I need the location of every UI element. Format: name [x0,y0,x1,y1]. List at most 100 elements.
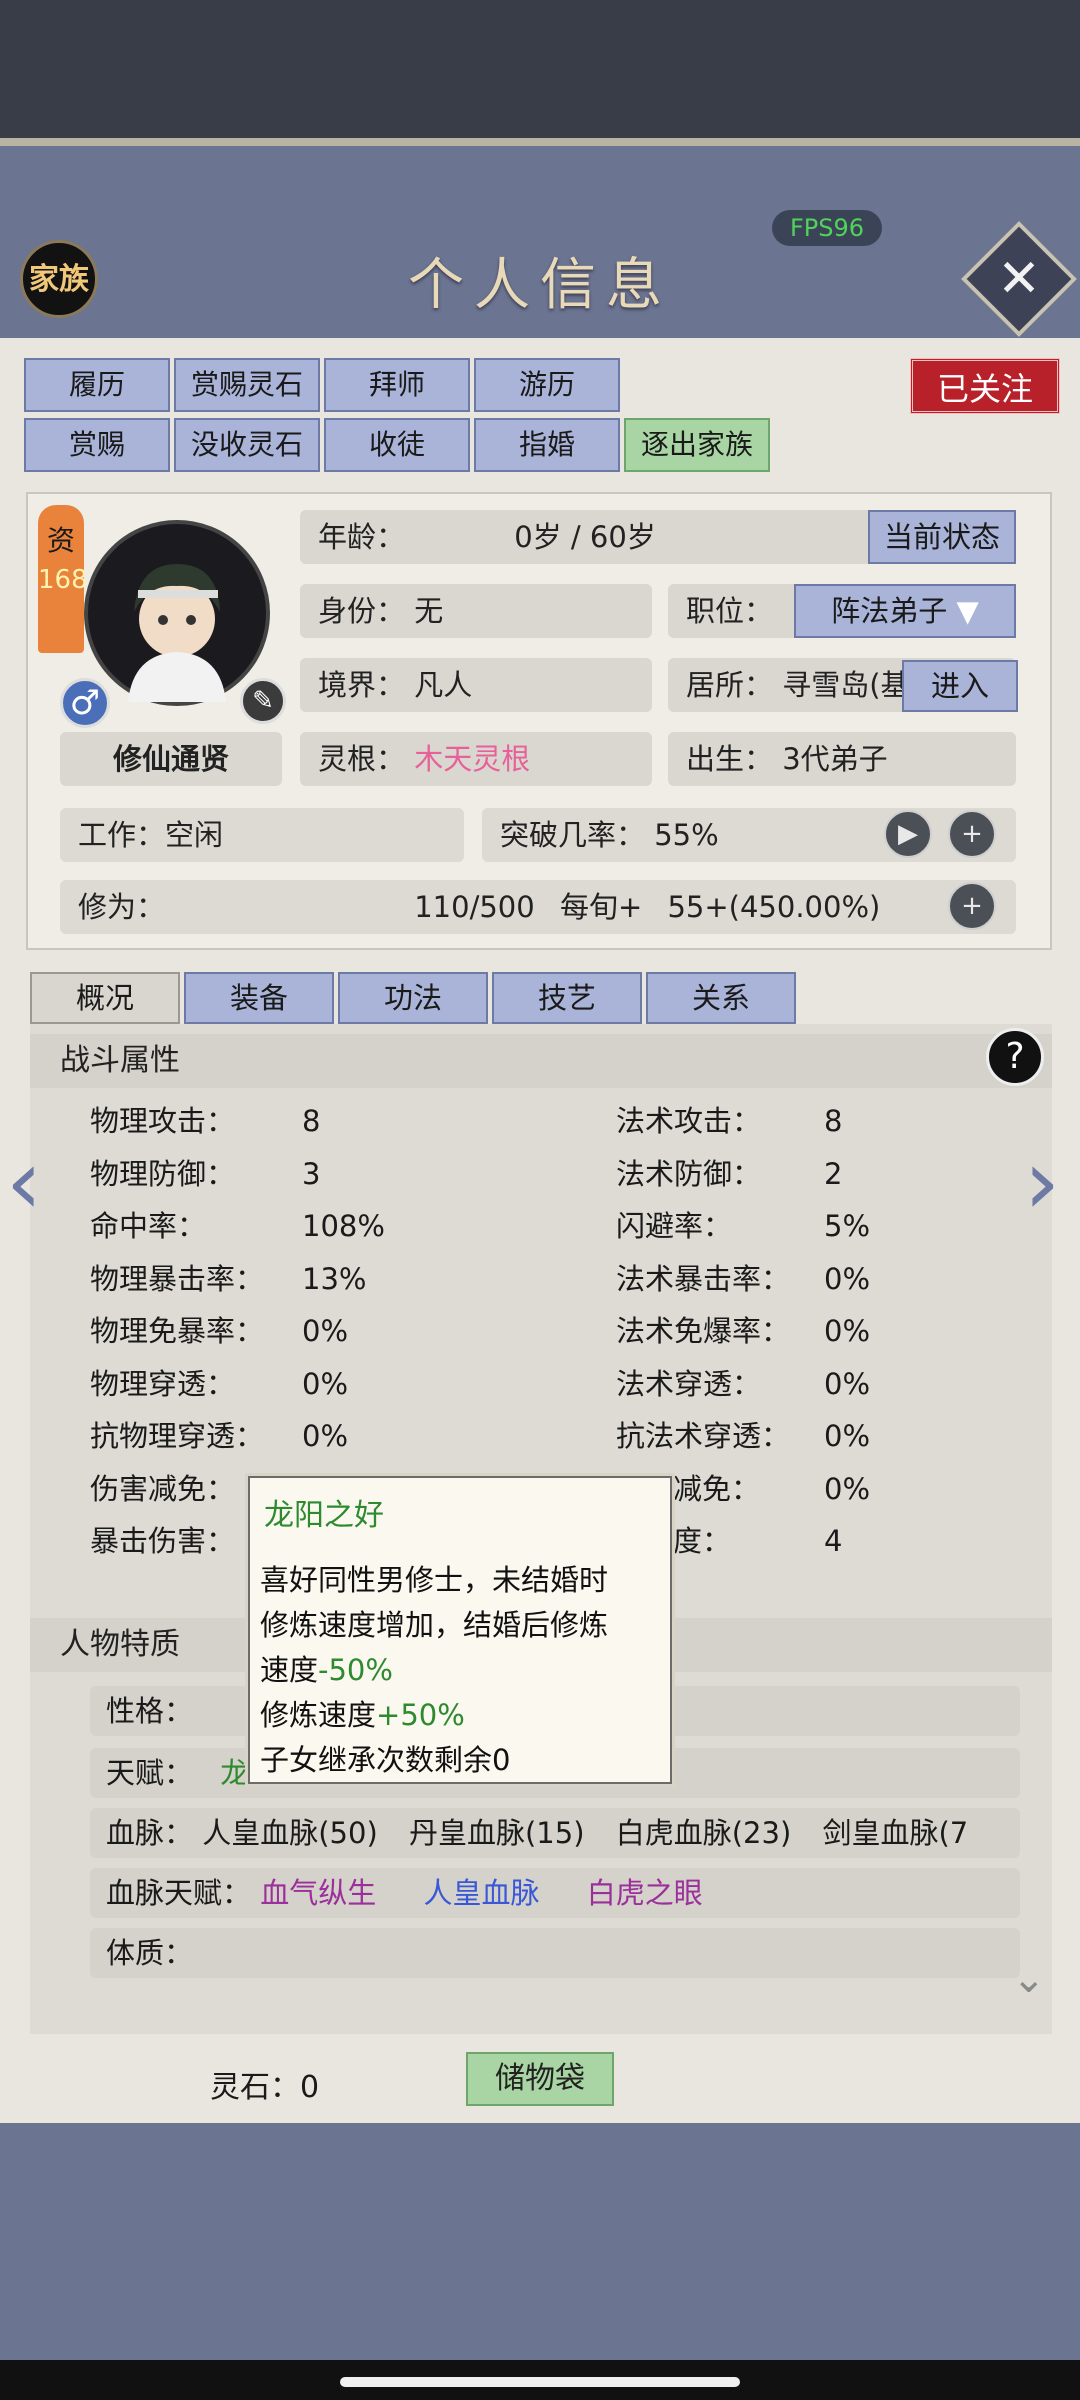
top-bar [0,0,1080,140]
tooltip-line: 喜好同性男修士，未结婚时 [260,1563,609,1597]
tooltip-body: 喜好同性男修士，未结婚时 修炼速度增加，结婚后修炼 速度-50% 修炼速度+50… [260,1558,608,1783]
take-disciple-button[interactable]: 收徒 [324,418,470,472]
stat-value: 0% [824,1366,871,1401]
tooltip-line: 速度-50% [260,1648,608,1693]
apprentice-button[interactable]: 拜师 [324,358,470,412]
breakthrough-label: 突破几率： [500,818,646,852]
stat-value: 0% [824,1419,871,1453]
tab-overview[interactable]: 概况 [30,972,180,1024]
stat-label: 法术免爆率： [616,1314,791,1348]
tab-crafts[interactable]: 技艺 [492,972,642,1024]
home-indicator[interactable] [340,2377,740,2387]
position-dropdown[interactable]: 阵法弟子 ▼ [794,584,1016,638]
play-icon[interactable]: ▶ [884,810,932,858]
bloodline-talent-label: 血脉天赋： [106,1876,252,1910]
position-label: 职位： [686,594,774,628]
plus-icon[interactable]: + [948,882,996,930]
stat-row: 法术穿透： 0% [616,1361,1016,1414]
stat-value: 108% [302,1209,385,1243]
stat-row: 法术攻击： 8 [616,1098,1016,1151]
stat-row: 物理免暴率： 0% [90,1308,610,1361]
stat-value: 13% [302,1261,367,1296]
next-arrow-icon[interactable]: › [1024,1130,1060,1235]
prev-arrow-icon[interactable]: ‹ [6,1130,42,1235]
male-icon: ♂ [60,678,110,728]
reward-stone-button[interactable]: 赏赐灵石 [174,358,320,412]
stat-label: 物理穿透： [90,1366,236,1401]
plus-icon[interactable]: + [948,810,996,858]
tab-equipment[interactable]: 装备 [184,972,334,1024]
personality-label: 性格： [106,1694,194,1728]
expel-button[interactable]: 逐出家族 [624,418,770,472]
age-value: 0岁 / 60岁 [514,520,656,554]
realm-row: 境界： 凡人 [300,658,652,712]
breakthrough-row: 突破几率： 55% [482,808,1016,862]
bloodline-talent-item[interactable]: 人皇血脉 [423,1876,539,1910]
tab-skills[interactable]: 功法 [338,972,488,1024]
reward-button[interactable]: 赏赐 [24,418,170,472]
history-button[interactable]: 履历 [24,358,170,412]
tooltip-text: 速度 [260,1653,319,1687]
bloodline-talent-item[interactable]: 血气纵生 [260,1876,376,1910]
root-label: 灵根： [318,742,406,776]
stat-row: 抗物理穿透： 0% [90,1413,610,1466]
breakthrough-value: 55% [654,818,719,852]
stat-value: 3 [302,1156,321,1191]
stat-label: 法术攻击： [616,1104,762,1138]
stat-row: 物理攻击： 8 [90,1098,610,1151]
family-button[interactable]: 家族 [20,240,98,318]
fps-counter: FPS96 [772,210,882,246]
bloodline-row: 血脉： 人皇血脉(50) 丹皇血脉(15) 白虎血脉(23) 剑皇血脉(7 [90,1808,1020,1858]
avatar[interactable] [84,520,270,706]
tooltip-text: 修炼速度 [260,1698,377,1732]
tooltip-value: +50% [376,1698,465,1732]
help-icon[interactable]: ? [986,1028,1044,1086]
tooltip-line: 子女继承次数剩余0 [260,1743,511,1777]
tab-relations[interactable]: 关系 [646,972,796,1024]
tooltip-title: 龙阳之好 [264,1498,384,1533]
cultivation-value: 110/500 [414,890,535,924]
talent-value[interactable]: 龙 [220,1756,249,1790]
confiscate-stone-button[interactable]: 没收灵石 [174,418,320,472]
combat-section-title: 战斗属性 [30,1034,1052,1088]
follow-button[interactable]: 已关注 [910,358,1060,414]
stat-row: 害减免： 0% [616,1466,1016,1519]
stat-label: 闪避率： [616,1209,733,1243]
scroll-down-icon[interactable]: ⌄ [1012,1956,1046,2002]
stat-label: 法术防御： [616,1156,762,1191]
bloodline-item: 人皇血脉(50) [202,1816,378,1850]
arrange-marriage-button[interactable]: 指婚 [474,418,620,472]
birth-row: 出生： 3代弟子 [668,732,1016,786]
bloodline-item: 丹皇血脉(15) [408,1816,585,1850]
brush-icon[interactable]: ✎ [240,678,286,724]
storage-bag-button[interactable]: 储物袋 [466,2052,614,2106]
tooltip-line: 修炼速度增加，结婚后修炼 [260,1608,609,1642]
stat-row: 物理暴击率： 13% [90,1256,610,1309]
spirit-stone-count: 灵石：0 [210,2070,320,2105]
tooltip-value: -50% [318,1653,393,1687]
stat-value: 0% [302,1419,349,1453]
cultivation-row: 修为： 110/500 每旬+ 55+(450.00%) [60,880,1016,934]
stat-row: 法术防御： 2 [616,1151,1016,1204]
root-row: 灵根： 木天灵根 [300,732,652,786]
stat-value: 0% [824,1314,871,1348]
bloodline-talent-item[interactable]: 白虎之眼 [587,1876,703,1910]
top-stripe [0,138,1080,146]
stat-value: 2 [824,1156,843,1191]
birth-label: 出生： [686,742,774,776]
stat-label: 抗法术穿透： [616,1419,791,1453]
trait-tooltip: 龙阳之好 喜好同性男修士，未结婚时 修炼速度增加，结婚后修炼 速度-50% 修炼… [248,1476,672,1784]
stat-row: 闪避率： 5% [616,1203,1016,1256]
stat-value: 0% [302,1314,349,1348]
stat-value: 8 [302,1104,321,1138]
stat-label: 法术穿透： [616,1366,762,1401]
per-term-label: 每旬+ [559,890,643,924]
birth-value: 3代弟子 [782,742,888,776]
stat-row: 法术免爆率： 0% [616,1308,1016,1361]
enter-button[interactable]: 进入 [902,660,1018,712]
close-icon[interactable]: ✕ [978,238,1060,320]
current-state-button[interactable]: 当前状态 [868,510,1016,564]
realm-value: 凡人 [414,668,473,702]
talent-label: 天赋： [106,1756,194,1790]
travel-button[interactable]: 游历 [474,358,620,412]
